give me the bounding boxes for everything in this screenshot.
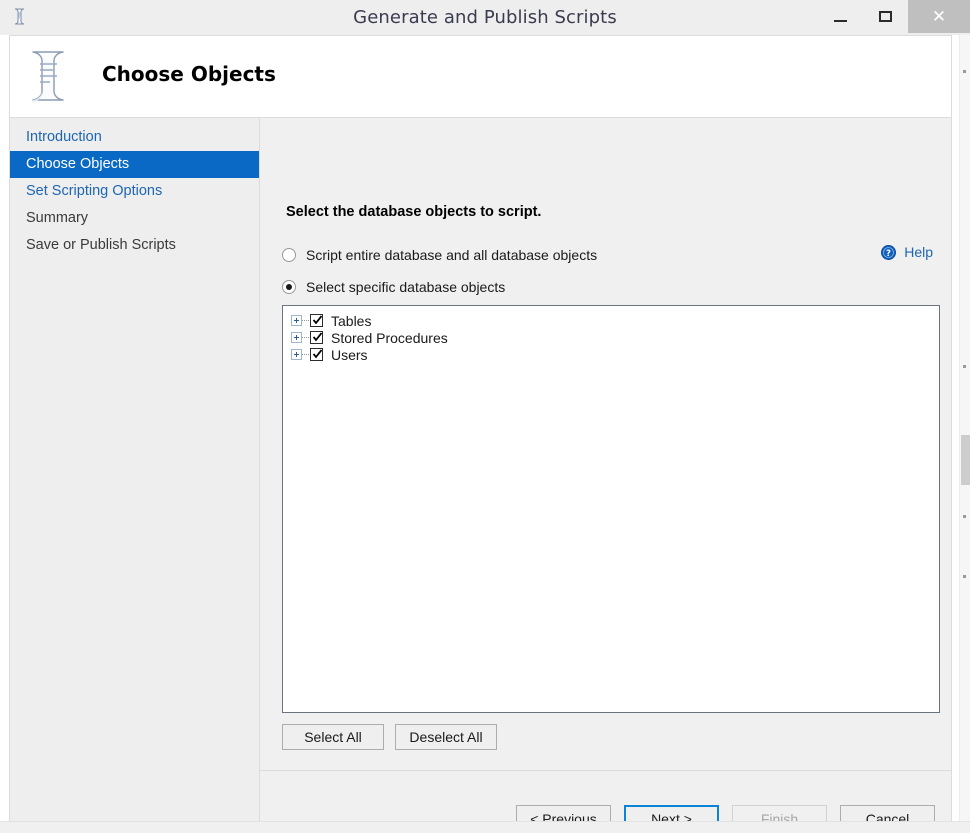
expand-plus-icon[interactable] [291, 315, 302, 326]
maximize-button[interactable] [863, 0, 908, 33]
help-label: Help [904, 244, 933, 260]
tree-node-tables[interactable]: Tables [291, 312, 939, 329]
tree-checkbox[interactable] [310, 348, 323, 361]
dialog-body: Choose Objects Introduction Choose Objec… [9, 35, 952, 832]
window-controls: ✕ [818, 0, 970, 33]
sidebar-item-save-or-publish-scripts[interactable]: Save or Publish Scripts [10, 232, 259, 259]
radio-indicator [282, 280, 296, 294]
page-scrollbar[interactable] [959, 35, 970, 821]
main-panel: ? Help Select the database objects to sc… [260, 118, 951, 832]
tree-action-buttons: Select All Deselect All [282, 724, 497, 750]
scrollbar-mark [963, 365, 966, 368]
sidebar-item-set-scripting-options[interactable]: Set Scripting Options [10, 178, 259, 205]
radio-label: Select specific database objects [306, 279, 506, 295]
minimize-icon [834, 19, 847, 22]
checkmark-icon [313, 315, 322, 325]
section-title: Select the database objects to script. [286, 204, 542, 220]
tree-node-users[interactable]: Users [291, 346, 939, 363]
radio-label: Script entire database and all database … [306, 247, 598, 263]
radio-script-entire-database[interactable]: Script entire database and all database … [282, 247, 597, 263]
sidebar-item-introduction[interactable]: Introduction [10, 124, 259, 151]
wizard-sidebar: Introduction Choose Objects Set Scriptin… [10, 118, 260, 821]
radio-indicator [282, 248, 296, 262]
tree-connector [302, 353, 309, 356]
checkmark-icon [313, 332, 322, 342]
expand-plus-icon[interactable] [291, 349, 302, 360]
tree-checkbox[interactable] [310, 314, 323, 327]
dialog-footer: < Previous Next > Finish Cancel [260, 771, 951, 832]
sidebar-item-summary[interactable]: Summary [10, 205, 259, 232]
maximize-icon [879, 11, 892, 22]
tree-connector [302, 336, 309, 339]
help-question-icon: ? [881, 244, 897, 260]
page-title: Choose Objects [102, 62, 276, 86]
tree-node-label: Stored Procedures [331, 329, 448, 346]
dialog-window: Generate and Publish Scripts ✕ Choose Ob… [0, 0, 970, 833]
dialog-content: Introduction Choose Objects Set Scriptin… [10, 118, 951, 832]
script-scroll-icon [19, 42, 81, 110]
tree-node-stored-procedures[interactable]: Stored Procedures [291, 329, 939, 346]
scrollbar-mark [963, 575, 966, 578]
object-tree-panel[interactable]: Tables Stored Procedures Users [282, 305, 940, 713]
tree-node-label: Tables [331, 312, 372, 329]
expand-plus-icon[interactable] [291, 332, 302, 343]
close-button[interactable]: ✕ [908, 0, 970, 33]
tree-connector [302, 319, 309, 322]
sidebar-item-choose-objects[interactable]: Choose Objects [10, 151, 259, 178]
title-bar: Generate and Publish Scripts ✕ [0, 0, 970, 35]
page-banner: Choose Objects [10, 36, 951, 118]
radio-select-specific-objects[interactable]: Select specific database objects [282, 279, 505, 295]
svg-text:?: ? [886, 249, 891, 259]
help-link[interactable]: ? Help [881, 244, 933, 260]
scrollbar-mark [963, 70, 966, 73]
scrollbar-thumb[interactable] [961, 435, 970, 485]
minimize-button[interactable] [818, 0, 863, 33]
close-icon: ✕ [931, 7, 947, 26]
object-tree-list: Tables Stored Procedures Users [283, 306, 939, 363]
tree-node-label: Users [331, 346, 368, 363]
select-all-button[interactable]: Select All [282, 724, 384, 750]
scrollbar-mark [963, 515, 966, 518]
deselect-all-button[interactable]: Deselect All [395, 724, 497, 750]
window-bottom-edge [0, 821, 970, 833]
tree-checkbox[interactable] [310, 331, 323, 344]
checkmark-icon [313, 349, 322, 359]
